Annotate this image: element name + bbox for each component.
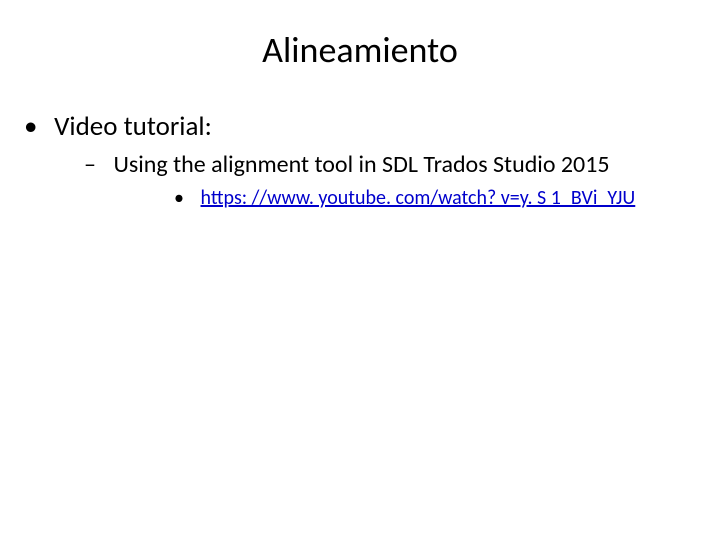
slide: Alineamiento Video tutorial: Using the a… — [0, 0, 720, 540]
bullet-list-level3: https: //www. youtube. com/watch? v=y. S… — [196, 186, 692, 211]
slide-title: Alineamiento — [28, 28, 692, 72]
list-item: Video tutorial: Using the alignment tool… — [48, 110, 692, 211]
bullet-list-level1: Video tutorial: Using the alignment tool… — [48, 110, 692, 211]
bullet-text-lvl1: Video tutorial: — [54, 110, 212, 143]
list-item: https: //www. youtube. com/watch? v=y. S… — [196, 186, 692, 211]
bullet-text-lvl2: Using the alignment tool in SDL Trados S… — [113, 150, 609, 179]
youtube-link[interactable]: https: //www. youtube. com/watch? v=y. S… — [201, 186, 636, 210]
list-item: Using the alignment tool in SDL Trados S… — [108, 150, 692, 211]
bullet-list-level2: Using the alignment tool in SDL Trados S… — [108, 150, 692, 211]
